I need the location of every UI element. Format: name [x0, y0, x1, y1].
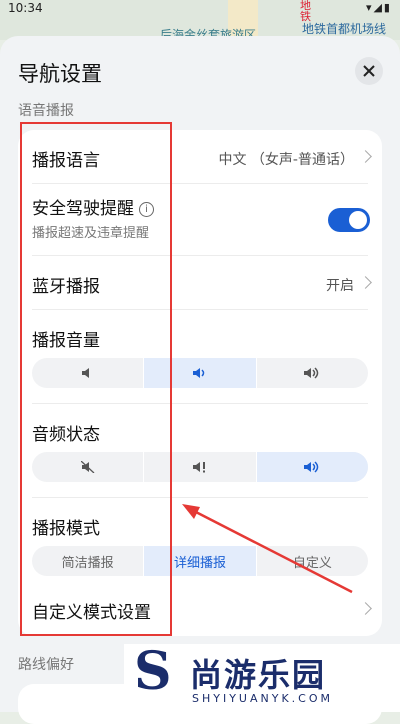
watermark-name: 尚游乐园 [190, 656, 327, 694]
status-time: 10:34 [8, 1, 43, 15]
volume-segmented-control [32, 358, 368, 388]
status-icons: ▾◢▮ [365, 1, 392, 14]
divider [32, 403, 368, 404]
map-background: 10:34 ▾◢▮ 后海金丝套旅游区 地铁 地铁首都机场线 [0, 0, 400, 40]
divider [32, 309, 368, 310]
navigation-settings-sheet: 导航设置 语音播报 播报语言 中文 （女声-普通话） 安全驾驶提醒 i 播报超速及… [0, 36, 400, 724]
bluetooth-row[interactable]: 蓝牙播报 开启 [18, 256, 382, 308]
page-title: 导航设置 [18, 62, 102, 86]
bluetooth-value: 开启 [326, 278, 354, 294]
watermark-url: SHYIYUANYK.COM [192, 692, 333, 705]
mute-option[interactable] [32, 452, 143, 482]
voice-settings-card: 播报语言 中文 （女声-普通话） 安全驾驶提醒 i 播报超速及违章提醒 蓝牙播报 … [18, 130, 382, 636]
safe-driving-sub: 播报超速及违章提醒 [32, 226, 150, 241]
bluetooth-label: 蓝牙播报 [32, 277, 100, 297]
alert-sound-icon [192, 462, 205, 473]
volume-medium-option[interactable] [143, 358, 256, 388]
sound-on-icon [304, 461, 319, 473]
mode-option-concise[interactable]: 简洁播报 [32, 546, 143, 576]
language-value: 中文 （女声-普通话） [218, 152, 354, 168]
volume-high-icon [304, 367, 319, 379]
voice-section-label: 语音播报 [18, 103, 74, 119]
sound-on-option[interactable] [255, 452, 368, 482]
chevron-right-icon [359, 602, 372, 615]
volume-high-option[interactable] [255, 358, 368, 388]
language-label: 播报语言 [32, 151, 100, 171]
info-icon[interactable]: i [139, 201, 154, 217]
safe-driving-label: 安全驾驶提醒 i [32, 194, 154, 219]
language-row[interactable]: 播报语言 中文 （女声-普通话） [18, 130, 382, 182]
mode-segmented-control: 简洁播报 详细播报 自定义 [32, 546, 368, 576]
volume-low-icon [81, 368, 89, 378]
volume-low-option[interactable] [32, 358, 143, 388]
divider [32, 497, 368, 498]
map-label-station: 地铁首都机场线 [302, 22, 387, 36]
close-button[interactable] [355, 57, 383, 85]
mode-option-custom[interactable]: 自定义 [255, 546, 368, 576]
mode-option-detailed[interactable]: 详细播报 [143, 546, 256, 576]
safe-driving-toggle[interactable] [328, 208, 370, 232]
volume-label: 播报音量 [32, 331, 100, 351]
safe-driving-row: 安全驾驶提醒 i 播报超速及违章提醒 [18, 184, 382, 254]
close-icon [363, 65, 375, 77]
mute-icon [80, 461, 95, 473]
watermark: S 尚游乐园 SHYIYUANYK.COM [124, 644, 400, 712]
custom-mode-row[interactable]: 自定义模式设置 [18, 582, 382, 634]
mode-label: 播报模式 [32, 519, 100, 539]
route-section-label: 路线偏好 [18, 657, 74, 673]
watermark-logo: S [134, 641, 172, 702]
alert-sound-option[interactable] [143, 452, 255, 482]
chevron-right-icon [359, 276, 372, 289]
map-label-metro: 地铁 [300, 0, 311, 23]
custom-mode-label: 自定义模式设置 [32, 603, 151, 623]
volume-medium-icon [192, 368, 205, 378]
audio-state-segmented-control [32, 452, 368, 482]
chevron-right-icon [359, 150, 372, 163]
audio-state-label: 音频状态 [32, 425, 100, 445]
toggle-knob [349, 211, 367, 229]
